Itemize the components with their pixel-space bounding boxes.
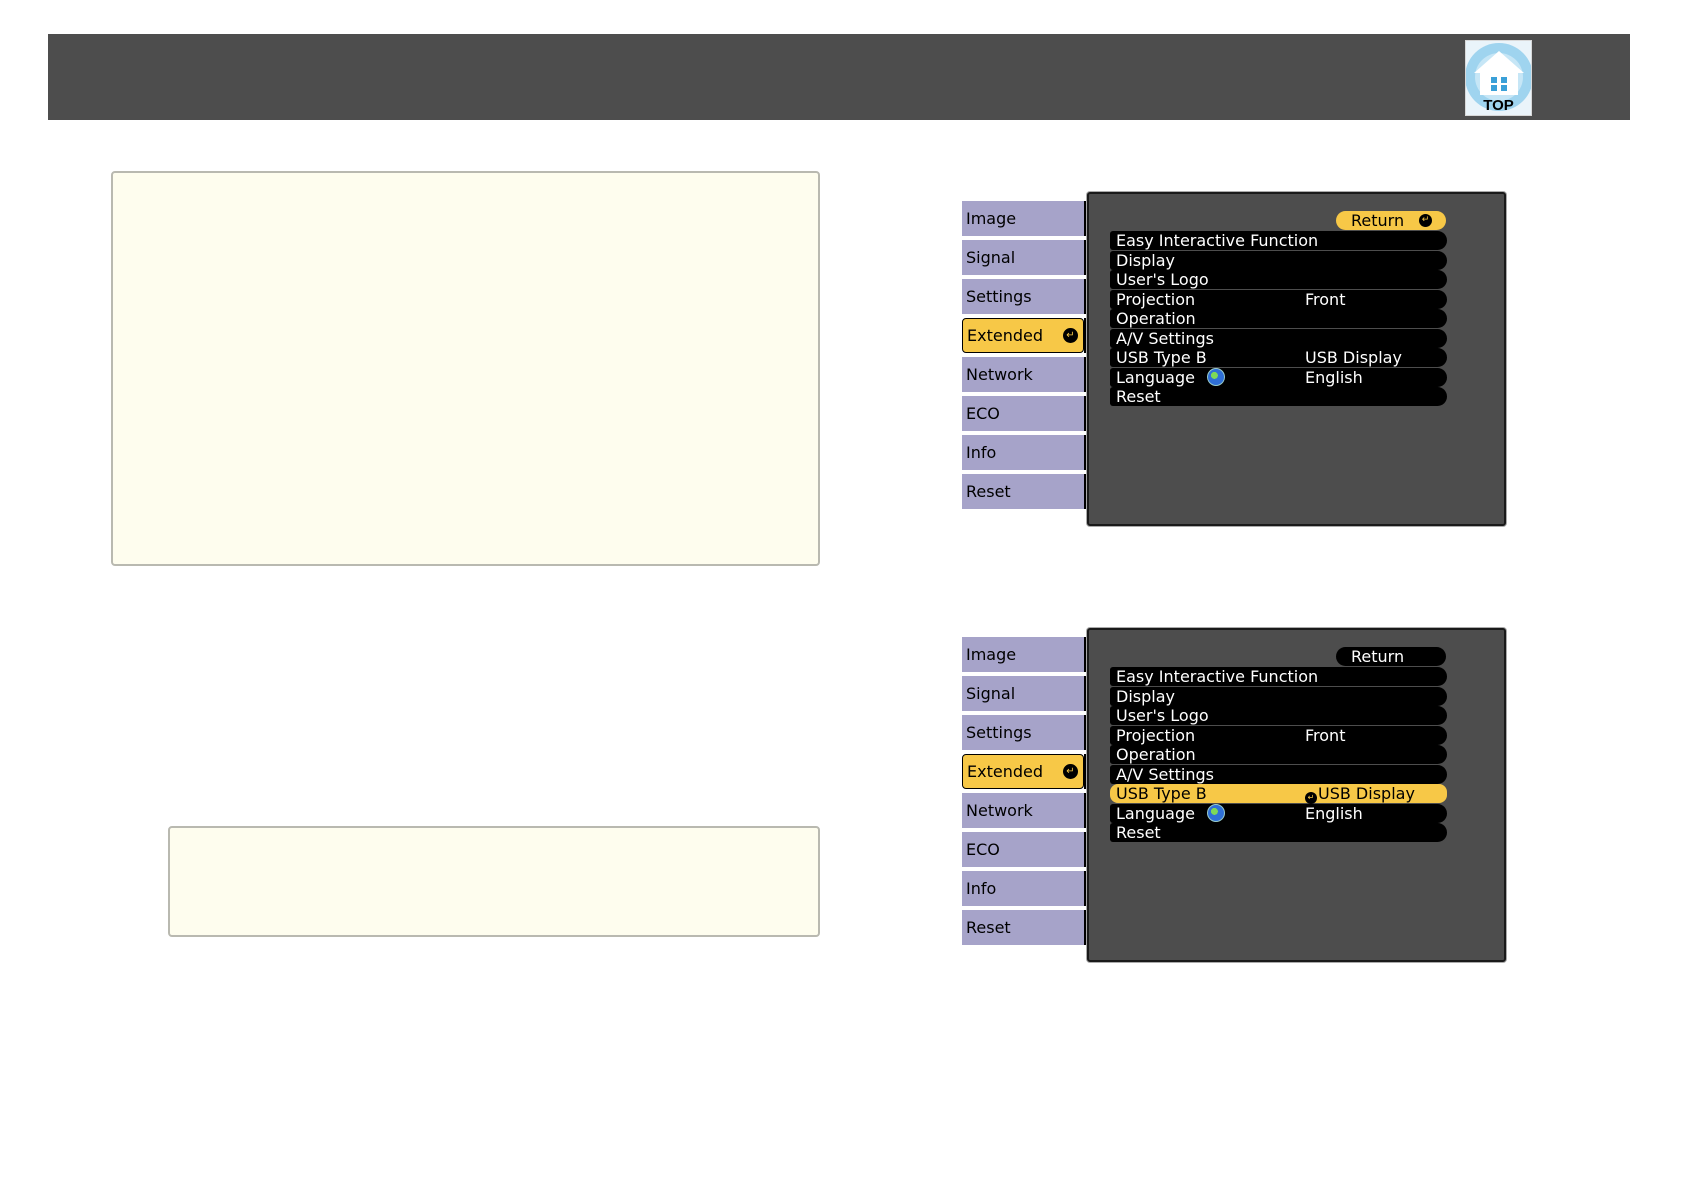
submenu-item-value-text: Front [1305, 289, 1346, 309]
submenu-item[interactable]: Easy Interactive Function [1110, 231, 1447, 250]
top-button[interactable]: TOP [1465, 40, 1532, 116]
submenu-item-value: Front [1305, 290, 1345, 309]
menu-tab-label: ECO [966, 404, 1000, 423]
submenu-item[interactable]: Language English [1110, 803, 1447, 823]
submenu-panel: Return Easy Interactive Function Display Us… [1087, 628, 1506, 962]
submenu-item[interactable]: A/V Settings [1110, 328, 1447, 348]
submenu-item[interactable]: User's Logo [1110, 270, 1447, 289]
submenu-item-label: Reset [1116, 823, 1161, 842]
menu-tab[interactable]: Image [962, 201, 1084, 236]
menu-tab-label: Extended [967, 326, 1043, 345]
submenu-item[interactable]: Display [1110, 250, 1447, 270]
menu-tab-label: Info [966, 443, 997, 462]
menu-tab[interactable]: Extended ↵ [962, 318, 1084, 353]
projector-menu-screenshot: Image Signal Settings Extended ↵ Network ECO In… [960, 628, 1508, 968]
submenu-item[interactable]: Easy Interactive Function [1110, 667, 1447, 686]
submenu-item[interactable]: Operation [1110, 309, 1447, 328]
submenu-item-value: Front [1305, 726, 1345, 745]
submenu-item-label: Display [1116, 686, 1175, 706]
menu-tab[interactable]: ECO [962, 832, 1084, 867]
menu-tab[interactable]: Extended ↵ [962, 754, 1084, 789]
submenu-item[interactable]: USB Type B USB Display [1110, 348, 1447, 367]
submenu-item-label: A/V Settings [1116, 328, 1214, 348]
menu-tab[interactable]: Signal [962, 676, 1084, 711]
submenu-item-label: Operation [1116, 309, 1196, 328]
menu-tab[interactable]: Settings [962, 279, 1084, 314]
menu-tab-label: Image [966, 209, 1017, 228]
page-header [48, 34, 1630, 120]
submenu-item-label: Easy Interactive Function [1116, 231, 1319, 250]
enter-icon: ↵ [1305, 792, 1317, 804]
menu-tab-label: Info [966, 879, 997, 898]
submenu-item-label: Projection [1116, 725, 1196, 745]
submenu-item-value: USB Display [1305, 348, 1402, 367]
submenu-item[interactable]: A/V Settings [1110, 764, 1447, 784]
menu-tab[interactable]: Network [962, 793, 1084, 828]
return-label: Return [1351, 647, 1405, 666]
submenu-item-value: English [1305, 368, 1363, 387]
submenu-item-label: Display [1116, 250, 1175, 270]
submenu-item-label: Language [1116, 803, 1195, 823]
menu-tab-label: Reset [966, 482, 1011, 501]
menu-tab[interactable]: Image [962, 637, 1084, 672]
submenu-item[interactable]: Projection Front [1110, 289, 1447, 309]
enter-icon: ↵ [1419, 214, 1432, 227]
submenu-item[interactable]: Reset [1110, 387, 1447, 406]
return-button[interactable]: Return [1336, 647, 1446, 666]
globe-icon [1206, 803, 1225, 822]
submenu-item[interactable]: Display [1110, 686, 1447, 706]
menu-tab[interactable]: Network [962, 357, 1084, 392]
submenu-item-label: User's Logo [1116, 270, 1209, 289]
menu-tab[interactable]: Info [962, 435, 1084, 470]
enter-icon: ↵ [1063, 764, 1078, 779]
note-box [111, 171, 820, 566]
submenu-item[interactable]: Reset [1110, 823, 1447, 842]
submenu-item-value-text: USB Display [1318, 784, 1415, 803]
menu-tab-label: Network [966, 801, 1033, 820]
submenu-item-label: Easy Interactive Function [1116, 667, 1319, 686]
menu-tab[interactable]: ECO [962, 396, 1084, 431]
menu-tab-label: Settings [966, 287, 1032, 306]
submenu-item-label: USB Type B [1116, 348, 1207, 367]
menu-tab-label: Image [966, 645, 1017, 664]
projector-menu-screenshot: Image Signal Settings Extended ↵ Network ECO In… [960, 192, 1508, 532]
submenu-panel: Return ↵ Easy Interactive Function Display U… [1087, 192, 1506, 526]
return-button[interactable]: Return ↵ [1336, 211, 1446, 230]
submenu-item-value-text: USB Display [1305, 348, 1402, 367]
menu-tab[interactable]: Reset [962, 910, 1084, 945]
menu-tab-label: Network [966, 365, 1033, 384]
menu-tab-label: Settings [966, 723, 1032, 742]
submenu-item[interactable]: User's Logo [1110, 706, 1447, 725]
submenu-item-value-text: Front [1305, 725, 1346, 745]
menu-tab-label: Reset [966, 918, 1011, 937]
menu-tab-label: Signal [966, 684, 1016, 703]
submenu-item[interactable]: Projection Front [1110, 725, 1447, 745]
submenu-item-label: A/V Settings [1116, 764, 1214, 784]
submenu-item-label: Language [1116, 367, 1195, 387]
menu-tab-label: Signal [966, 248, 1016, 267]
submenu-item-value-text: English [1305, 803, 1363, 823]
menu-tab[interactable]: Reset [962, 474, 1084, 509]
submenu-item-value: English [1305, 804, 1363, 823]
top-button-label: TOP [1483, 97, 1514, 114]
note-box [168, 826, 820, 937]
submenu-item-label: USB Type B [1116, 784, 1207, 803]
menu-tab[interactable]: Signal [962, 240, 1084, 275]
submenu-item-label: Reset [1116, 387, 1161, 406]
submenu-item-label: Operation [1116, 745, 1196, 764]
menu-tab[interactable]: Info [962, 871, 1084, 906]
enter-icon: ↵ [1063, 328, 1078, 343]
submenu-item-label: Projection [1116, 289, 1196, 309]
submenu-item[interactable]: USB Type B ↵ USB Display [1110, 784, 1447, 804]
menu-tab-label: ECO [966, 840, 1000, 859]
submenu-item-label: User's Logo [1116, 706, 1209, 725]
submenu-item-value-text: English [1305, 367, 1363, 387]
globe-icon [1206, 367, 1225, 386]
submenu-item[interactable]: Operation [1110, 745, 1447, 764]
submenu-item[interactable]: Language English [1110, 367, 1447, 387]
return-label: Return [1351, 211, 1405, 230]
menu-tab[interactable]: Settings [962, 715, 1084, 750]
menu-tab-label: Extended [967, 762, 1043, 781]
submenu-item-value: ↵ USB Display [1305, 784, 1415, 804]
